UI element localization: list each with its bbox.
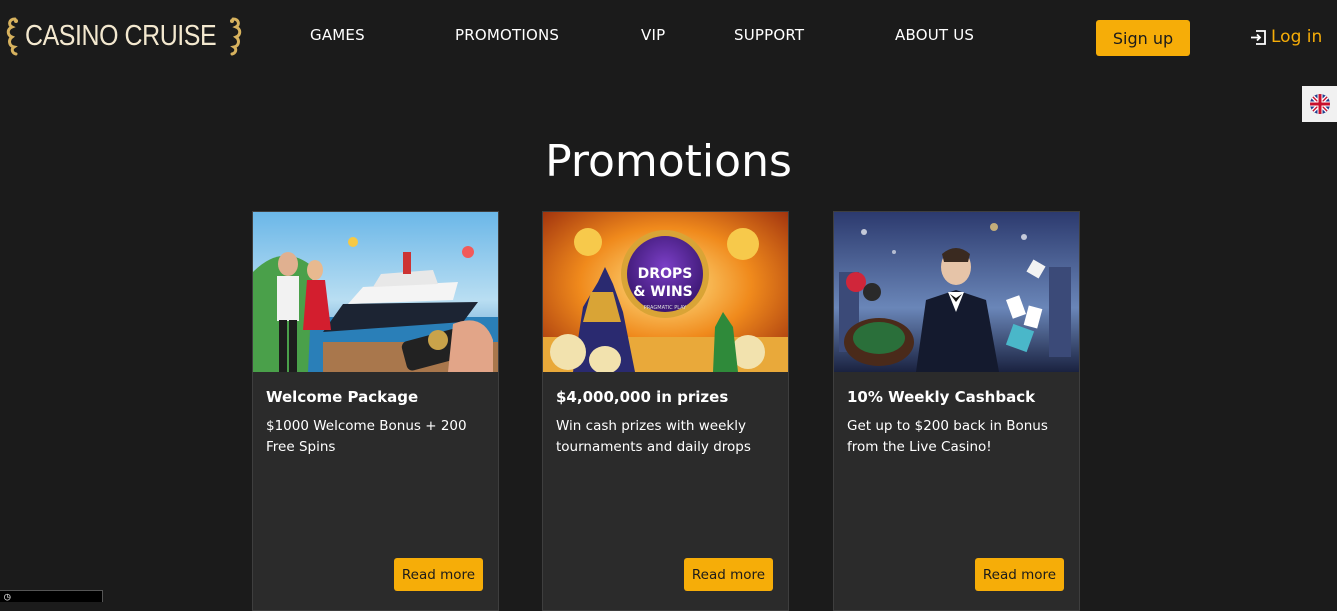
nav-promotions[interactable]: PROMOTIONS bbox=[455, 26, 559, 44]
promo-title: $4,000,000 in prizes bbox=[556, 388, 729, 406]
login-icon bbox=[1251, 29, 1266, 45]
read-more-button[interactable]: Read more bbox=[394, 558, 483, 591]
clock-widget: ◷ bbox=[0, 590, 103, 602]
sign-up-button[interactable]: Sign up bbox=[1096, 20, 1190, 56]
nav-games[interactable]: GAMES bbox=[310, 26, 365, 44]
provider-badge: PRAGMATIC PLAY bbox=[644, 305, 687, 311]
drops-and-wins-image[interactable]: DROPS & WINS PRAGMATIC PLAY bbox=[543, 212, 788, 372]
weekly-cashback-image[interactable] bbox=[834, 212, 1079, 372]
page-title: Promotions bbox=[545, 136, 792, 187]
logo-text: CASINO CRUISE bbox=[25, 19, 217, 52]
drops-wins-line1: DROPS bbox=[638, 266, 693, 282]
promo-description: $1000 Welcome Bonus + 200 Free Spins bbox=[266, 418, 467, 455]
promo-title: 10% Weekly Cashback bbox=[847, 388, 1036, 406]
promo-card-welcome: Welcome Package $1000 Welcome Bonus + 20… bbox=[252, 211, 499, 611]
read-more-button[interactable]: Read more bbox=[684, 558, 773, 591]
promo-title: Welcome Package bbox=[266, 388, 419, 406]
drops-wins-line2: & WINS bbox=[633, 284, 693, 300]
promo-description: Win cash prizes with weekly tournaments … bbox=[556, 418, 751, 455]
log-in-button[interactable]: Log in bbox=[1250, 27, 1322, 47]
log-in-label: Log in bbox=[1271, 27, 1323, 47]
language-selector[interactable] bbox=[1302, 86, 1337, 122]
nav-support[interactable]: SUPPORT bbox=[734, 26, 804, 44]
nav-vip[interactable]: VIP bbox=[641, 26, 665, 44]
site-header: CASINO CRUISE GAMES PROMOTIONS VIP SUPPO… bbox=[0, 0, 1337, 75]
casino-cruise-logo[interactable]: CASINO CRUISE bbox=[4, 14, 244, 58]
nav-about-us[interactable]: ABOUT US bbox=[895, 26, 974, 44]
promo-description: Get up to $200 back in Bonus from the Li… bbox=[847, 418, 1048, 455]
seahorse-right-icon bbox=[230, 17, 242, 56]
uk-flag-icon bbox=[1309, 94, 1330, 114]
clock-icon: ◷ bbox=[4, 590, 11, 602]
promo-card-prizes: DROPS & WINS PRAGMATIC PLAY $4,000,000 i… bbox=[542, 211, 789, 611]
promo-card-cashback: 10% Weekly Cashback Get up to $200 back … bbox=[833, 211, 1080, 611]
read-more-button[interactable]: Read more bbox=[975, 558, 1064, 591]
welcome-package-image[interactable] bbox=[253, 212, 498, 372]
seahorse-left-icon bbox=[6, 17, 18, 56]
